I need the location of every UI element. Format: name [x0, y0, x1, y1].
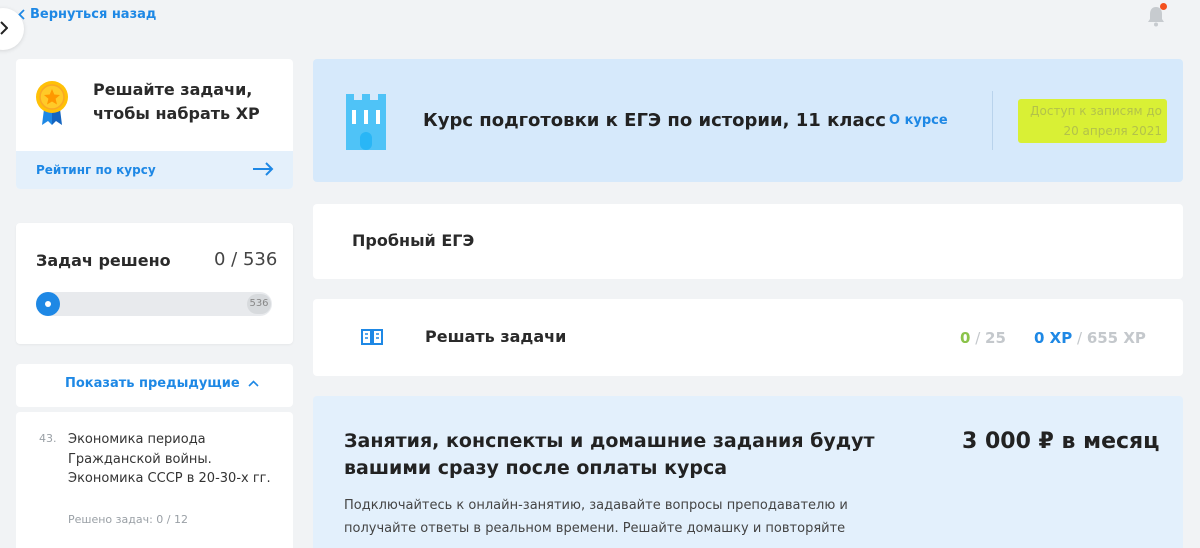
- solved-label: Задач решено: [36, 251, 171, 270]
- show-previous-button[interactable]: Показать предыдущие: [65, 376, 259, 391]
- trial-exam-title: Пробный ЕГЭ: [352, 231, 475, 250]
- progress-knob: [36, 292, 60, 316]
- tasks-separator: /: [970, 329, 986, 347]
- about-course-link[interactable]: О курсе: [889, 113, 948, 128]
- xp-total: 655 XP: [1086, 329, 1146, 347]
- back-link[interactable]: Вернуться назад: [18, 7, 156, 22]
- course-rating-label: Рейтинг по курсу: [36, 163, 156, 177]
- tasks-done: 0: [960, 329, 971, 347]
- medal-icon: [36, 81, 68, 125]
- access-text: Доступ к записям до 20 апреля 2021: [1030, 104, 1162, 138]
- promo-price: 3 000 ₽ в месяц: [962, 429, 1160, 454]
- solved-count: 0 / 536: [214, 249, 278, 270]
- notification-dot: [1160, 3, 1167, 10]
- topic-solved-count: Решено задач: 0 / 12: [68, 513, 188, 526]
- promo-title: Занятия, конспекты и домашние задания бу…: [344, 430, 875, 479]
- progress-track: [36, 292, 272, 316]
- progress-total-badge: 536: [247, 294, 271, 314]
- xp-card-title: Решайте задачи, чтобы набрать XP: [93, 80, 260, 123]
- xp-stats: 0 XP / 655 XP: [1034, 329, 1146, 347]
- banner-divider: [992, 91, 993, 150]
- chevron-left-icon: [18, 9, 25, 20]
- progress-card: [16, 223, 293, 344]
- xp-separator: /: [1072, 329, 1087, 347]
- chevron-right-icon: [0, 21, 8, 35]
- castle-icon: [346, 94, 386, 150]
- solve-tasks-stats: 0 / 25: [960, 329, 1006, 347]
- show-previous-label: Показать предыдущие: [65, 376, 240, 391]
- chevron-up-icon: [248, 380, 259, 387]
- page: Вернуться назад Решайте задачи, чтобы на…: [0, 0, 1200, 548]
- solve-tasks-title: Решать задачи: [425, 327, 567, 346]
- arrow-right-icon: [253, 162, 274, 176]
- topic-title: Экономика периода Гражданской войны. Эко…: [68, 432, 271, 486]
- tasks-total: 25: [985, 329, 1006, 347]
- promo-description: Подключайтесь к онлайн-занятию, задавайт…: [344, 498, 848, 536]
- course-title: Курс подготовки к ЕГЭ по истории, 11 кла…: [423, 110, 886, 131]
- course-rating-link[interactable]: Рейтинг по курсу: [16, 151, 293, 189]
- book-icon: [361, 329, 383, 345]
- back-link-label: Вернуться назад: [30, 7, 157, 22]
- topic-number: 43.: [39, 432, 57, 445]
- xp-earned: 0 XP: [1034, 329, 1073, 347]
